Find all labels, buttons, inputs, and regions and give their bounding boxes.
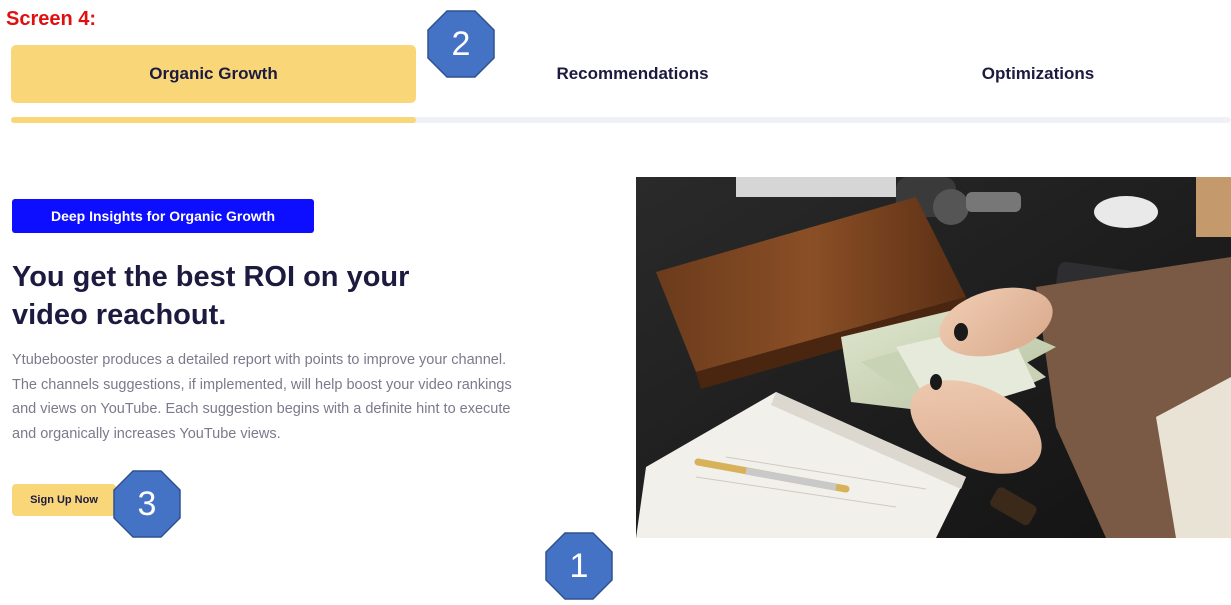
annotation-number: 3 [137,484,157,523]
annotation-number: 1 [569,546,589,585]
hero-description: Ytubebooster produces a detailed report … [12,352,512,442]
hero-headline: You get the best ROI on your video reach… [12,261,410,331]
screen-label: Screen 4: [6,8,97,30]
tab-organic-growth[interactable]: Organic Growth [11,45,416,103]
sign-up-now-button[interactable]: Sign Up Now [12,484,116,516]
tab-optimizations[interactable]: Optimizations [845,45,1231,103]
tab-active-indicator [11,117,416,123]
annotation-marker-2: 2 [427,10,495,78]
annotation-marker-1: 1 [545,532,613,600]
section-badge: Deep Insights for Organic Growth [12,199,314,233]
annotation-marker-3: 3 [113,470,181,538]
annotation-number: 2 [451,24,471,63]
hero-image [636,177,1231,538]
